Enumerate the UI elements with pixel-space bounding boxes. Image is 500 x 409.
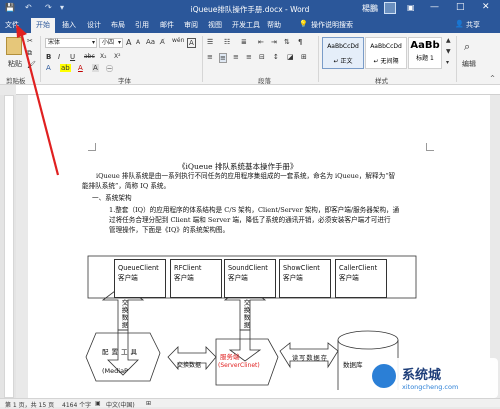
watermark-url: xitongcheng.com <box>402 383 459 391</box>
watermark: 系统城 xitongcheng.com <box>368 358 498 398</box>
accessibility-icon[interactable]: ⊞ <box>146 400 151 407</box>
status-bar: 第 1 页，共 15 页 4164 个字 ▣ 中文(中国) ⊞ <box>0 398 500 409</box>
proofing-icon[interactable]: ▣ <box>95 400 101 407</box>
status-words[interactable]: 4164 个字 <box>62 400 91 409</box>
status-language[interactable]: 中文(中国) <box>106 400 135 409</box>
status-page[interactable]: 第 1 页，共 15 页 <box>5 400 54 409</box>
annotation-arrow <box>16 24 60 176</box>
watermark-logo-icon <box>372 364 396 388</box>
watermark-text: 系统城 <box>402 368 442 383</box>
